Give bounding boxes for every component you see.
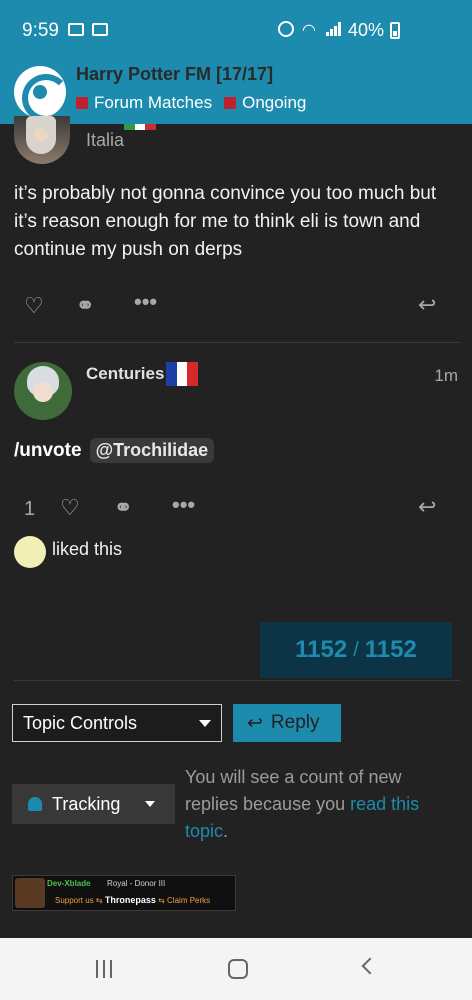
topic-controls-dropdown[interactable]: Topic Controls: [12, 704, 222, 742]
brand-text: Thronepass: [104, 895, 156, 905]
tag-color-icon: [224, 97, 237, 109]
topic-header: Harry Potter FM [17/17] Forum Matches On…: [0, 62, 472, 124]
chevron-down-icon: [145, 801, 155, 807]
avatar[interactable]: [14, 116, 70, 164]
battery-percent: 40%: [347, 20, 384, 40]
user-mention[interactable]: @Trochilidae: [89, 438, 215, 463]
mail-icon: [68, 23, 84, 36]
progress-total: 1152: [364, 636, 417, 663]
mail-icon: [92, 23, 108, 36]
support-text: Support us: [55, 896, 94, 905]
signature-banner[interactable]: Dev-Xblade Royal - Donor III Support us …: [12, 875, 236, 911]
tracking-dropdown[interactable]: Tracking: [12, 784, 175, 824]
post-time[interactable]: 1m: [434, 366, 458, 386]
signature-role: Royal - Donor III: [107, 879, 166, 888]
signature-line: Support us ⇆ Thronepass ⇆ Claim Perks: [55, 895, 211, 905]
signature-name: Dev-Xblade: [47, 879, 91, 888]
more-icon[interactable]: •••: [134, 289, 157, 315]
footer-divider: [14, 680, 460, 681]
post-command: /unvote: [14, 439, 82, 461]
chevron-down-icon: [199, 720, 211, 727]
progress-separator: /: [353, 638, 359, 661]
reply-icon: ↩: [247, 712, 263, 734]
post-body: /unvote @Trochilidae: [14, 438, 215, 463]
italy-flag-icon: [124, 124, 157, 130]
home-icon[interactable]: [228, 959, 248, 979]
reply-button[interactable]: ↩ Reply: [233, 704, 341, 742]
like-icon[interactable]: ♡: [60, 495, 80, 521]
battery-icon: [390, 22, 400, 39]
progress-current: 1152: [295, 636, 348, 663]
user-location: Italia: [86, 130, 125, 150]
claim-text: Claim Perks: [167, 896, 211, 905]
status-time: 9:59: [22, 20, 59, 41]
tag-label: Ongoing: [242, 93, 307, 112]
topic-controls-label: Topic Controls: [23, 712, 138, 733]
france-flag-icon: [166, 362, 199, 386]
tracking-description: You will see a count of new replies beca…: [185, 764, 455, 845]
reply-label: Reply: [270, 712, 320, 733]
recent-apps-icon[interactable]: [96, 960, 112, 978]
reply-icon[interactable]: ↩: [418, 494, 436, 520]
post-author[interactable]: Centuries: [86, 364, 164, 384]
post-divider: [14, 342, 460, 343]
category-color-icon: [76, 97, 88, 109]
like-count[interactable]: 1: [24, 498, 35, 521]
wifi-icon: ◠: [302, 22, 316, 39]
category-label: Forum Matches: [94, 93, 213, 112]
avatar[interactable]: [14, 362, 72, 420]
reply-icon[interactable]: ↩: [418, 292, 436, 318]
like-icon[interactable]: ♡: [24, 293, 44, 319]
topic-title[interactable]: Harry Potter FM [17/17]: [76, 64, 273, 85]
tracking-label: Tracking: [52, 793, 121, 814]
avatar[interactable]: [14, 536, 46, 568]
bell-icon: [28, 797, 42, 811]
back-icon[interactable]: [361, 957, 379, 975]
breadcrumb: Forum Matches Ongoing: [76, 93, 306, 113]
tag-link[interactable]: Ongoing: [224, 93, 306, 113]
status-bar: 9:59 ◠ 40%: [0, 0, 472, 62]
link-icon[interactable]: ⚭: [76, 293, 94, 319]
alarm-icon: [278, 21, 294, 37]
site-logo[interactable]: [14, 66, 66, 118]
avatar: [15, 878, 45, 908]
link-icon[interactable]: ⚭: [114, 495, 132, 521]
tracking-desc-end: .: [223, 821, 229, 841]
liked-by-text: liked this: [52, 539, 123, 559]
post-body: it’s probably not gonna convince you too…: [14, 183, 437, 260]
more-icon[interactable]: •••: [172, 492, 195, 518]
signal-icon: [326, 22, 342, 36]
category-link[interactable]: Forum Matches: [76, 93, 212, 113]
system-nav-bar: [0, 938, 472, 1000]
topic-progress[interactable]: 1152 / 1152: [260, 622, 452, 678]
